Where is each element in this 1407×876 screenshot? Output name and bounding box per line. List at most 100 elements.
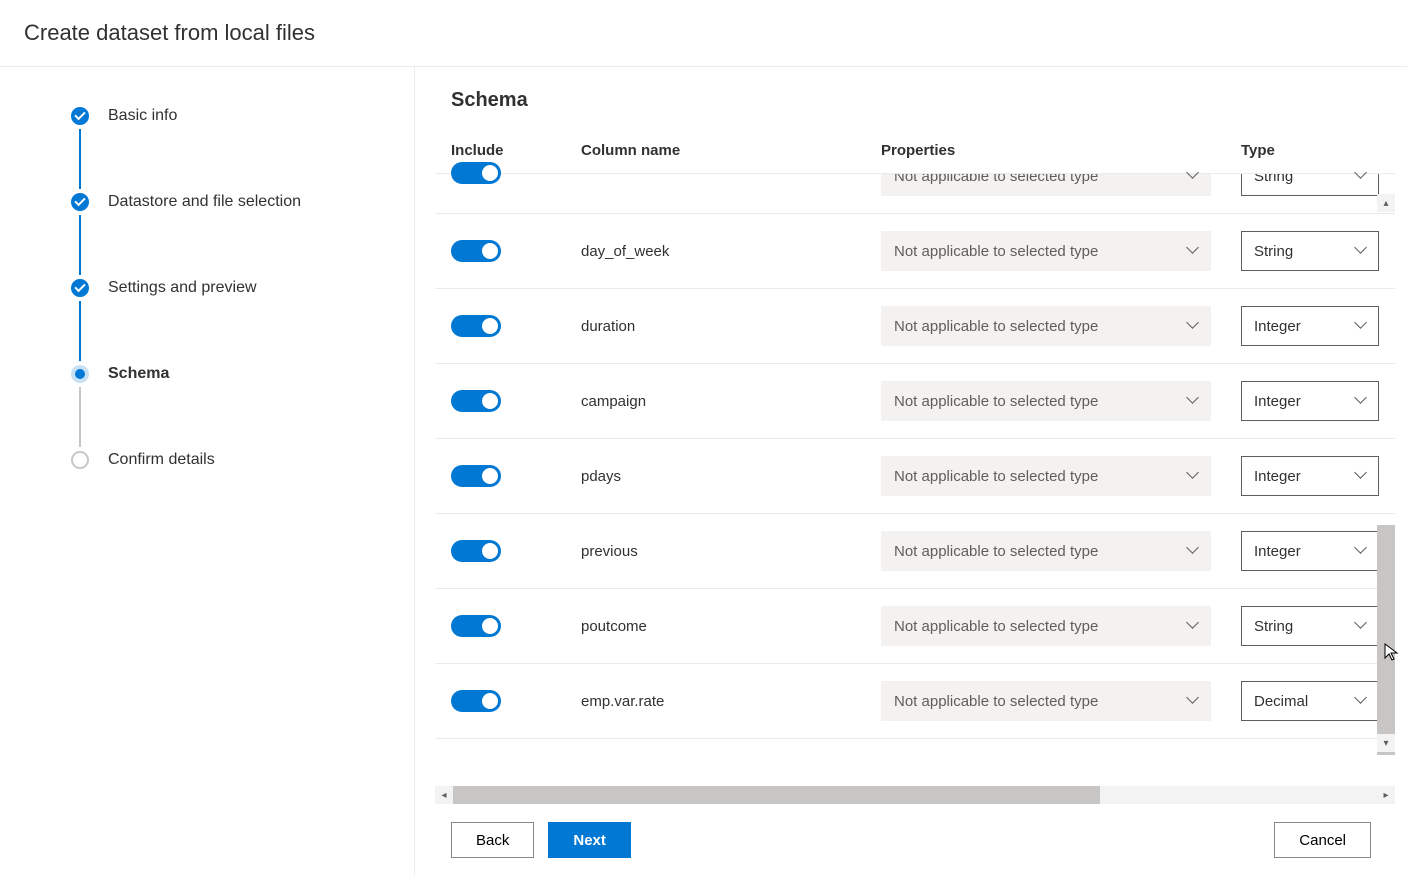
table-row: duration Not applicable to selected type I… [435,289,1395,364]
properties-dropdown[interactable]: Not applicable to selected type [881,681,1211,721]
include-toggle[interactable] [451,615,501,637]
include-toggle[interactable] [451,690,501,712]
include-toggle[interactable] [451,162,501,184]
cancel-button[interactable]: Cancel [1274,822,1371,858]
horizontal-scrollbar-thumb[interactable] [453,786,1100,804]
back-button[interactable]: Back [451,822,534,858]
step-connector [79,129,81,189]
main-panel: Schema Include Column name Properties Ty… [415,67,1407,876]
properties-dropdown[interactable]: Not applicable to selected type [881,456,1211,496]
include-toggle[interactable] [451,315,501,337]
chevron-down-icon [1186,470,1198,482]
type-dropdown[interactable]: String [1241,231,1379,271]
include-toggle[interactable] [451,540,501,562]
chevron-down-icon [1186,320,1198,332]
wizard-sidebar: Basic info Datastore and file selection Se… [0,67,415,876]
chevron-down-icon [1354,170,1366,182]
chevron-down-icon [1354,245,1366,257]
properties-dropdown[interactable]: Not applicable to selected type [881,306,1211,346]
include-toggle[interactable] [451,390,501,412]
chevron-down-icon [1186,695,1198,707]
properties-dropdown[interactable]: Not applicable to selected type [881,231,1211,271]
type-value: Integer [1254,543,1301,560]
scroll-right-arrow[interactable]: ▸ [1377,786,1395,804]
page-title: Create dataset from local files [0,0,1407,67]
step-connector [79,387,81,447]
properties-dropdown[interactable]: Not applicable to selected type [881,381,1211,421]
next-button[interactable]: Next [548,822,631,858]
type-dropdown[interactable]: Integer [1241,531,1379,571]
properties-value: Not applicable to selected type [894,543,1098,560]
schema-table: Include Column name Properties Type Not … [435,130,1395,782]
column-name-cell: day_of_week [581,243,881,260]
wizard-step-label: Settings and preview [108,279,257,297]
step-connector [79,301,81,361]
type-dropdown[interactable]: String [1241,606,1379,646]
include-toggle[interactable] [451,465,501,487]
wizard-step-label: Basic info [108,107,177,125]
vertical-scrollbar-thumb[interactable] [1377,525,1395,755]
chevron-down-icon [1186,245,1198,257]
check-icon [71,279,89,297]
column-name-cell: duration [581,318,881,335]
chevron-down-icon [1186,170,1198,182]
properties-dropdown[interactable]: Not applicable to selected type [881,606,1211,646]
column-name-cell: poutcome [581,618,881,635]
schema-heading: Schema [415,67,1407,130]
chevron-down-icon [1354,620,1366,632]
wizard-step-label: Confirm details [108,451,215,469]
type-dropdown[interactable]: Integer [1241,381,1379,421]
wizard-step-schema[interactable]: Schema [70,365,414,383]
header-properties: Properties [881,142,1241,159]
properties-value: Not applicable to selected type [894,618,1098,635]
table-row: Not applicable to selected typeString [435,174,1395,214]
table-row: poutcome Not applicable to selected type S… [435,589,1395,664]
chevron-down-icon [1354,320,1366,332]
column-name-cell: previous [581,543,881,560]
table-row: campaign Not applicable to selected type I… [435,364,1395,439]
type-value: String [1254,618,1293,635]
type-value: Integer [1254,393,1301,410]
table-row: emp.var.rate Not applicable to selected t… [435,664,1395,739]
type-value: Integer [1254,468,1301,485]
wizard-step-confirm-details[interactable]: Confirm details [70,451,414,469]
properties-value: Not applicable to selected type [894,468,1098,485]
properties-value: Not applicable to selected type [894,243,1098,260]
properties-value: Not applicable to selected type [894,693,1098,710]
scroll-down-arrow[interactable]: ▾ [1377,734,1395,752]
wizard-step-settings-and-preview[interactable]: Settings and preview [70,279,414,297]
wizard-step-datastore-and-file-selection[interactable]: Datastore and file selection [70,193,414,211]
table-row: previous Not applicable to selected type I… [435,514,1395,589]
current-step-icon [71,365,89,383]
type-dropdown[interactable]: Integer [1241,456,1379,496]
scroll-left-arrow[interactable]: ◂ [435,786,453,804]
horizontal-scrollbar-track[interactable] [453,786,1377,804]
type-dropdown[interactable]: Integer [1241,306,1379,346]
check-icon [71,107,89,125]
table-header: Include Column name Properties Type [435,130,1395,174]
wizard-step-label: Datastore and file selection [108,193,301,211]
chevron-down-icon [1186,620,1198,632]
type-value: String [1254,243,1293,260]
pending-step-icon [71,451,89,469]
properties-dropdown[interactable]: Not applicable to selected type [881,531,1211,571]
chevron-down-icon [1186,545,1198,557]
chevron-down-icon [1354,395,1366,407]
column-name-cell: campaign [581,393,881,410]
scroll-up-arrow[interactable]: ▴ [1377,194,1395,212]
wizard-step-label: Schema [108,365,169,383]
type-dropdown[interactable]: Decimal [1241,681,1379,721]
table-row: day_of_week Not applicable to selected ty… [435,214,1395,289]
properties-value: Not applicable to selected type [894,318,1098,335]
column-name-cell: emp.var.rate [581,693,881,710]
horizontal-scrollbar[interactable]: ◂ ▸ [435,786,1395,804]
header-type: Type [1241,142,1379,159]
check-icon [71,193,89,211]
header-include: Include [451,142,581,159]
properties-value: Not applicable to selected type [894,393,1098,410]
wizard-step-basic-info[interactable]: Basic info [70,107,414,125]
include-toggle[interactable] [451,240,501,262]
chevron-down-icon [1354,470,1366,482]
chevron-down-icon [1354,545,1366,557]
type-value: Integer [1254,318,1301,335]
